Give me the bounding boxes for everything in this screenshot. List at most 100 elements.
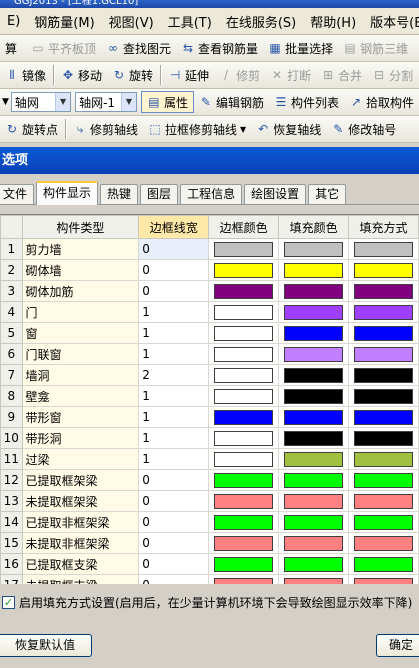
border-width-cell[interactable]: 1 [138,322,210,344]
table-row[interactable]: 6 门联窗 1 [0,343,419,365]
table-row[interactable]: 16 已提取框支梁 0 [0,553,419,575]
border-width-cell[interactable]: 1 [138,301,210,323]
border-color-cell[interactable] [208,301,280,323]
fill-mode-cell[interactable] [348,469,419,491]
fill-color-cell[interactable] [278,553,350,575]
find-element-button[interactable]: ∞ 查找图元 [101,37,176,59]
fill-color-cell[interactable] [278,385,350,407]
table-row[interactable]: 5窗1 [0,322,419,344]
fill-mode-cell[interactable] [348,343,419,365]
border-color-cell[interactable] [208,574,280,584]
toolbar-dropdown-arrow[interactable]: ▼ [0,91,11,113]
table-row[interactable]: 3 砌体加筋 0 [0,280,419,302]
mirror-button[interactable]: ⫴ 镜像 [0,64,51,86]
component-display-grid[interactable]: 构件类型 边框线宽 边框颜色 填充颜色 填充方式 1 剪力墙 0 2 砌体墙 0 3 砌体加筋… [0,214,419,584]
column-header-fill-color[interactable]: 填充颜色 [278,215,350,239]
border-color-cell[interactable] [208,532,280,554]
table-row[interactable]: 2 砌体墙 0 [0,259,419,281]
border-width-cell[interactable]: 1 [138,406,210,428]
fill-color-cell[interactable] [278,364,350,386]
fill-mode-cell[interactable] [348,406,419,428]
border-color-cell[interactable] [208,364,280,386]
fill-mode-cell[interactable] [348,448,419,470]
fill-mode-cell[interactable] [348,490,419,512]
border-color-cell[interactable] [208,490,280,512]
column-header-fill-mode[interactable]: 填充方式 [348,215,419,239]
border-color-cell[interactable] [208,280,280,302]
table-row[interactable]: 10 带形洞 1 [0,427,419,449]
table-row[interactable]: 12 已提取框架梁 0 [0,469,419,491]
table-row[interactable]: 9 带形窗 1 [0,406,419,428]
fill-color-cell[interactable] [278,427,350,449]
border-width-cell[interactable]: 0 [138,511,210,533]
tab-project-info[interactable]: 工程信息 [180,184,243,204]
modify-axis-number-button[interactable]: ✎ 修改轴号 [326,118,401,140]
table-row[interactable]: 17未提取框支梁0 [0,574,419,584]
merge-button[interactable]: ⊞ 合并 [316,64,367,86]
edit-rebar-button[interactable]: ✎ 编辑钢筋 [194,91,269,113]
menu-rebar-quantity[interactable]: 钢筋量(M) [27,12,101,31]
border-width-cell[interactable]: 2 [138,364,210,386]
tab-hotkeys[interactable]: 热键 [100,184,139,204]
rotation-point-button[interactable]: ↻ 旋转点 [0,118,63,140]
border-color-cell[interactable] [208,322,280,344]
tab-component-display[interactable]: 构件显示 [36,181,99,205]
border-width-cell[interactable]: 0 [138,574,210,584]
batch-select-button[interactable]: ▦ 批量选择 [263,37,338,59]
box-trim-axis-button[interactable]: ⬚ 拉框修剪轴线 ▼ [143,118,251,140]
fill-color-cell[interactable] [278,469,350,491]
fill-color-cell[interactable] [278,532,350,554]
calc-button[interactable]: 算 [0,37,22,59]
element-name-combo[interactable]: 轴网-1 ▼ [75,92,137,112]
break-button[interactable]: ✕ 打断 [265,64,316,86]
border-width-cell[interactable]: 1 [138,427,210,449]
border-width-cell[interactable]: 0 [138,532,210,554]
fill-color-cell[interactable] [278,259,350,281]
table-row[interactable]: 11 过梁 1 [0,448,419,470]
fill-mode-cell[interactable] [348,532,419,554]
trim-button[interactable]: / 修剪 [214,64,265,86]
border-width-cell[interactable]: 0 [138,553,210,575]
table-row[interactable]: 1 剪力墙 0 [0,238,419,260]
border-width-cell[interactable]: 1 [138,343,210,365]
border-width-cell[interactable]: 0 [138,259,210,281]
table-row[interactable]: 8 壁龛 1 [0,385,419,407]
table-row[interactable]: 14 已提取非框架梁 0 [0,511,419,533]
move-button[interactable]: ✥ 移动 [56,64,107,86]
restore-defaults-button[interactable]: 恢复默认值 [0,634,92,657]
border-color-cell[interactable] [208,406,280,428]
border-width-cell[interactable]: 0 [138,280,210,302]
view-rebar-quantity-button[interactable]: ⇆ 查看钢筋量 [176,37,263,59]
table-row[interactable]: 13 未提取框架梁 0 [0,490,419,512]
fill-color-cell[interactable] [278,301,350,323]
fill-color-cell[interactable] [278,343,350,365]
border-width-cell[interactable]: 0 [138,469,210,491]
fill-mode-cell[interactable] [348,259,419,281]
tab-other[interactable]: 其它 [308,184,347,204]
border-color-cell[interactable] [208,385,280,407]
column-header-component-type[interactable]: 构件类型 [21,215,140,239]
lock-button[interactable]: ⊓锁 [413,37,419,59]
fill-mode-cell[interactable] [348,364,419,386]
menu-help[interactable]: 帮助(H) [303,12,363,31]
menu-tools[interactable]: 工具(T) [161,12,219,31]
table-row[interactable]: 7 墙洞 2 [0,364,419,386]
border-color-cell[interactable] [208,553,280,575]
extend-button[interactable]: ⊣ 延伸 [163,64,214,86]
fill-mode-checkbox[interactable]: ✓ [2,595,15,609]
border-color-cell[interactable] [208,511,280,533]
fill-mode-cell[interactable] [348,427,419,449]
split-button[interactable]: ⊟ 分割 [367,64,418,86]
border-width-cell[interactable]: 0 [138,238,210,260]
rebar-3d-button[interactable]: ▤ 钢筋三维 [338,37,413,59]
border-color-cell[interactable] [208,469,280,491]
menu-online-service[interactable]: 在线服务(S) [219,12,303,31]
align-slab-top-button[interactable]: ▭ 平齐板顶 [26,37,101,59]
border-color-cell[interactable] [208,448,280,470]
fill-color-cell[interactable] [278,448,350,470]
fill-color-cell[interactable] [278,406,350,428]
border-color-cell[interactable] [208,427,280,449]
table-row[interactable]: 15 未提取非框架梁 0 [0,532,419,554]
rotate-button[interactable]: ↻ 旋转 [107,64,158,86]
column-header-border-width[interactable]: 边框线宽 [138,215,210,239]
